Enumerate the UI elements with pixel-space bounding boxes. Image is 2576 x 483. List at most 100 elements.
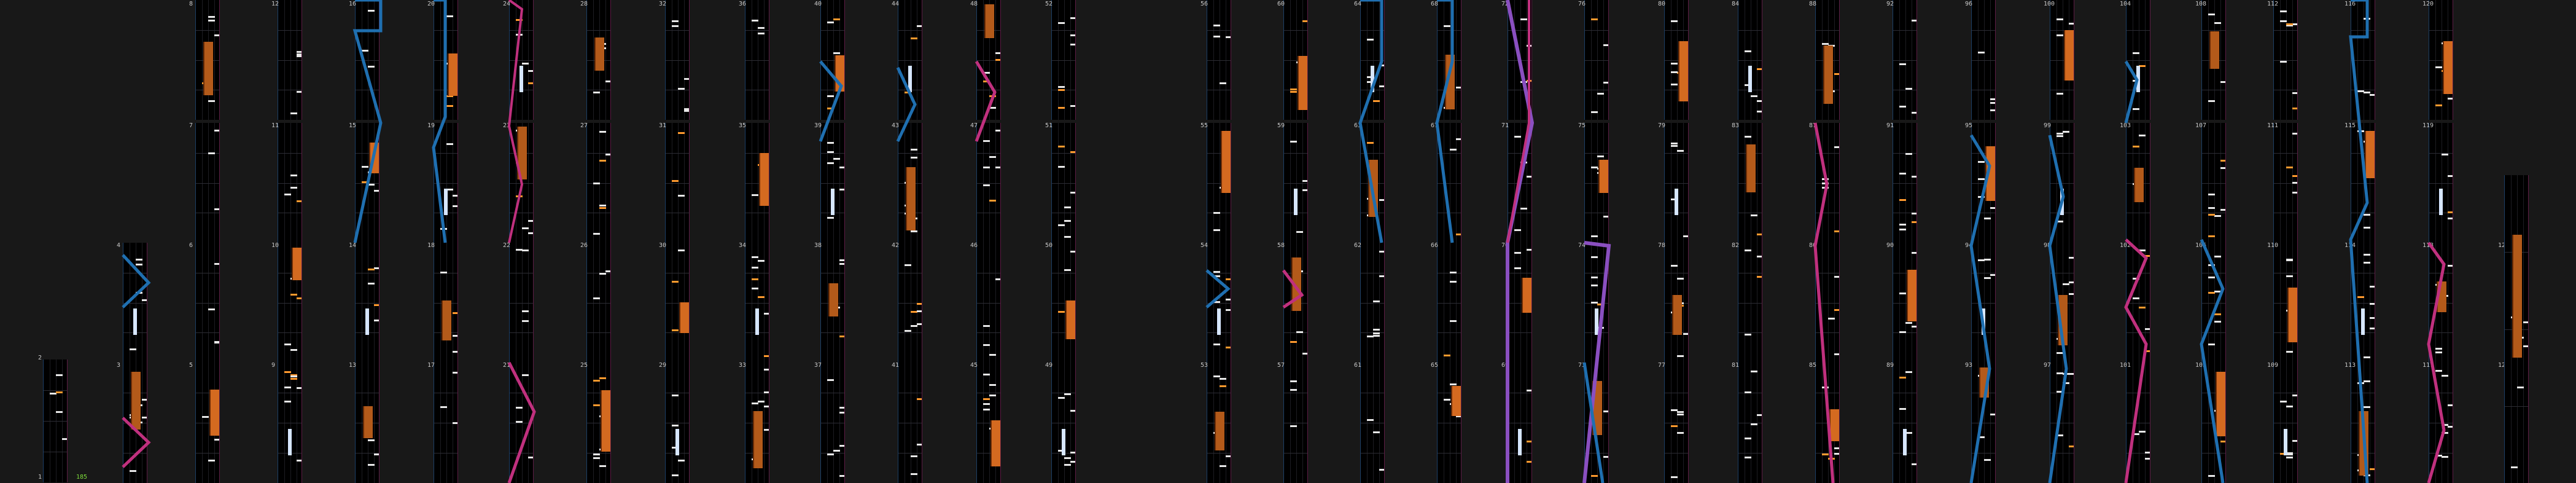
chart-column — [2201, 243, 2226, 363]
tap-note — [1671, 265, 1678, 267]
chart-column — [820, 123, 845, 243]
hold-note — [363, 406, 373, 438]
measure-number: 91 — [1886, 122, 1894, 129]
measure-number: 40 — [814, 1, 822, 7]
measure-number: 47 — [970, 122, 978, 129]
tap-note — [56, 411, 63, 413]
tap-note — [1978, 178, 1985, 180]
tap-note — [989, 95, 996, 97]
chart-column — [509, 363, 534, 483]
tap-note — [290, 175, 297, 176]
tap-note — [2370, 286, 2375, 288]
tap-note — [2139, 431, 2146, 433]
tap-note — [1302, 20, 1307, 22]
hold-note — [2512, 235, 2522, 358]
tap-note — [1226, 309, 1231, 311]
chart-column — [278, 363, 302, 483]
beat-line — [2127, 30, 2150, 31]
measure-number: 17 — [427, 362, 435, 369]
tap-note — [2435, 66, 2442, 68]
tap-note — [2448, 211, 2453, 213]
tap-note — [2292, 23, 2297, 25]
tap-note — [1984, 459, 1991, 461]
slide-note — [1982, 308, 1985, 335]
measure-number: 22 — [503, 242, 511, 249]
tap-note — [1591, 235, 1598, 237]
tap-note — [1899, 199, 1906, 201]
chart-column — [2273, 123, 2298, 243]
slide-note — [133, 308, 137, 335]
chart-column — [1360, 243, 1385, 363]
slide-note — [1595, 308, 1598, 335]
tap-note — [1379, 469, 1384, 471]
measure-number: 119 — [2422, 122, 2434, 129]
tap-note — [833, 158, 840, 160]
tap-note — [297, 55, 302, 57]
tap-note — [453, 351, 457, 353]
chart-column — [195, 363, 220, 483]
tap-note — [297, 460, 302, 461]
tap-note — [1070, 192, 1075, 194]
tap-note — [2370, 94, 2375, 96]
measure-number: 39 — [814, 122, 822, 129]
tap-note — [678, 249, 685, 251]
tap-note — [2057, 221, 2063, 222]
measure-number: 54 — [1200, 242, 1208, 249]
tap-note — [752, 20, 758, 22]
beat-line — [1585, 153, 1608, 154]
measure-number: 103 — [2120, 122, 2131, 129]
beat-line — [510, 60, 533, 61]
tap-note — [2280, 10, 2287, 12]
tap-note — [1514, 252, 1521, 254]
tap-note — [2364, 254, 2370, 256]
tap-note — [833, 450, 840, 452]
chart-column — [2429, 123, 2453, 243]
tap-note — [2370, 317, 2375, 319]
measure-number: 69 — [1501, 362, 1509, 369]
tap-note — [1296, 331, 1303, 333]
beat-line — [821, 183, 844, 184]
tap-note — [1591, 277, 1598, 278]
hold-note — [2443, 41, 2453, 94]
beat-line — [2127, 60, 2150, 61]
measure-number: 46 — [970, 242, 978, 249]
tap-note — [1070, 251, 1075, 253]
tap-note — [1367, 142, 1374, 144]
tap-note — [2133, 297, 2139, 299]
tap-note — [2220, 81, 2225, 83]
tap-note — [593, 183, 600, 184]
tap-note — [1745, 249, 1751, 251]
tap-note — [1220, 82, 1226, 84]
hold-note — [2365, 131, 2375, 178]
tap-note — [1751, 95, 1757, 97]
tap-note — [2208, 277, 2215, 278]
chart-column — [509, 123, 534, 243]
tap-note — [752, 267, 758, 269]
tap-note — [911, 37, 917, 39]
tap-note — [1978, 161, 1985, 163]
tap-note — [752, 194, 758, 196]
tap-note — [1450, 272, 1457, 273]
tap-note — [1745, 438, 1751, 439]
beat-line — [2050, 453, 2074, 454]
tap-note — [1444, 25, 1450, 27]
tap-note — [827, 142, 834, 144]
tap-note — [1064, 457, 1071, 459]
hold-note — [1746, 144, 1756, 192]
chart-column — [1738, 123, 1762, 243]
tap-note — [1058, 397, 1065, 399]
beat-line — [1665, 30, 1688, 31]
slide-note — [288, 429, 292, 455]
chart-column — [1360, 123, 1385, 243]
chart-column — [898, 363, 922, 483]
tap-note — [1757, 414, 1762, 416]
chart-column — [278, 243, 302, 363]
measure-number: 58 — [1277, 242, 1285, 249]
tap-note — [2069, 373, 2074, 375]
beat-line — [898, 30, 922, 31]
measure-number: 49 — [1045, 362, 1053, 369]
tap-note — [1757, 276, 1762, 278]
tap-note — [2057, 135, 2063, 137]
tap-note — [599, 160, 606, 162]
beat-line — [44, 390, 67, 391]
